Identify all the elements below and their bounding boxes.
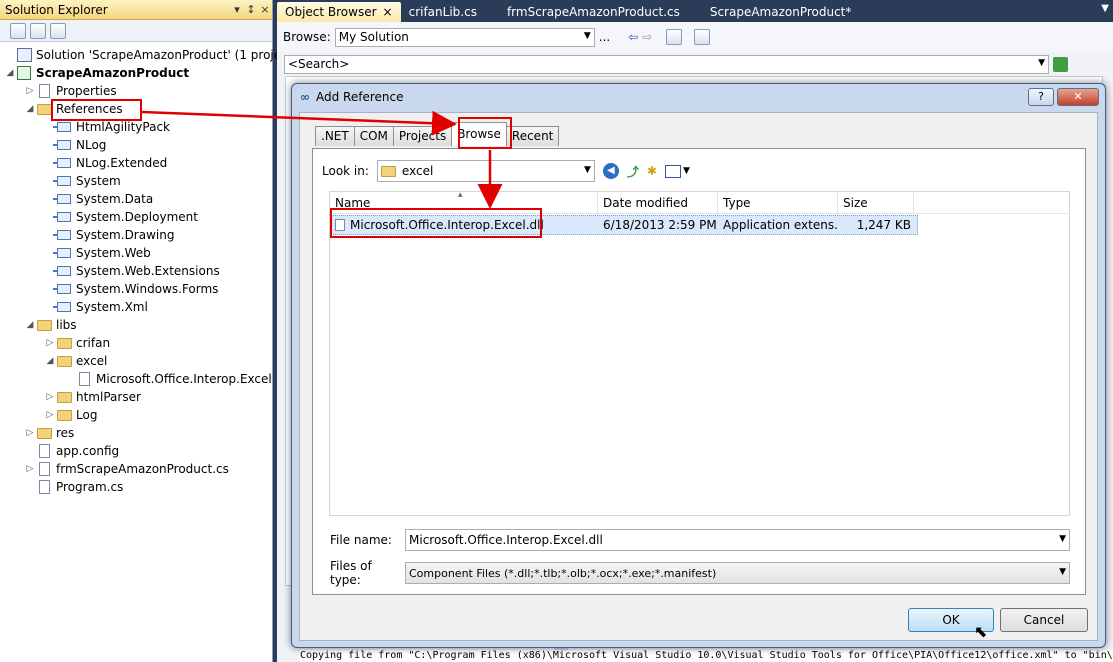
annotation-arrows: [141, 110, 503, 209]
annotation-arrow-to-browse: [141, 110, 457, 136]
